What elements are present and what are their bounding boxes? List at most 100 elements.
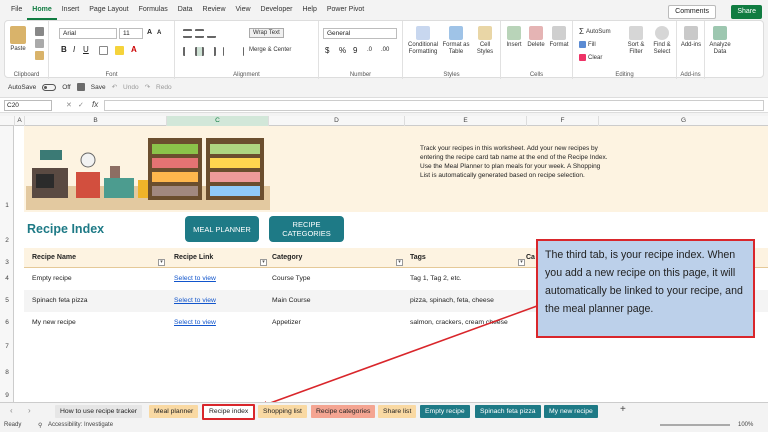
- recipe-link[interactable]: Select to view: [174, 275, 216, 282]
- zoom-slider[interactable]: [660, 424, 730, 426]
- column-header[interactable]: C: [166, 116, 268, 126]
- copy-icon[interactable]: [35, 39, 44, 48]
- filter-dropdown-icon[interactable]: ▾: [158, 259, 165, 266]
- fill-color-icon[interactable]: [115, 46, 124, 55]
- enter-icon[interactable]: ✓: [78, 101, 84, 109]
- analyze-data-button[interactable]: Analyze Data: [707, 26, 733, 56]
- recipe-link[interactable]: Select to view: [174, 297, 216, 304]
- row-header[interactable]: 6: [0, 319, 14, 326]
- shrink-font-icon[interactable]: A: [157, 30, 161, 36]
- sheet-tab[interactable]: Shopping list: [258, 405, 307, 418]
- menu-item-file[interactable]: File: [6, 0, 27, 20]
- scroll-right-icon[interactable]: ›: [28, 406, 31, 415]
- menu-item-home[interactable]: Home: [27, 0, 57, 20]
- cut-icon[interactable]: [35, 27, 44, 36]
- fill-button[interactable]: Fill: [579, 41, 596, 48]
- delete-cells-button[interactable]: Delete: [525, 26, 547, 49]
- row-header[interactable]: 5: [0, 297, 14, 304]
- sheet-tab[interactable]: My new recipe: [544, 405, 598, 418]
- filter-dropdown-icon[interactable]: ▾: [396, 259, 403, 266]
- column-header[interactable]: G: [598, 116, 768, 126]
- font-color-icon[interactable]: A: [131, 45, 137, 54]
- filter-dropdown-icon[interactable]: ▾: [260, 259, 267, 266]
- find-select-button[interactable]: Find & Select: [649, 26, 675, 56]
- sheet-tab[interactable]: Meal planner: [149, 405, 199, 418]
- comments-button[interactable]: Comments: [668, 5, 716, 19]
- align-bottom-icon[interactable]: [207, 29, 216, 38]
- grow-font-icon[interactable]: A: [147, 29, 152, 36]
- row-header[interactable]: 1: [0, 202, 14, 209]
- font-name-select[interactable]: Arial: [59, 28, 117, 39]
- undo-icon[interactable]: ↶: [112, 83, 117, 91]
- zoom-level[interactable]: 100%: [738, 422, 753, 428]
- menu-item-page-layout[interactable]: Page Layout: [84, 0, 133, 20]
- sheet-tab[interactable]: Recipe categories: [311, 405, 376, 418]
- row-header[interactable]: 7: [0, 343, 14, 350]
- increase-decimal-icon[interactable]: .0: [367, 47, 372, 53]
- sheet-tab[interactable]: How to use recipe tracker: [55, 405, 143, 418]
- insert-cells-button[interactable]: Insert: [503, 26, 525, 49]
- addins-button[interactable]: Add-ins: [679, 26, 703, 49]
- format-as-table-button[interactable]: Format as Table: [441, 26, 471, 56]
- percent-icon[interactable]: %: [339, 46, 346, 55]
- column-header[interactable]: A: [14, 116, 24, 126]
- clear-button[interactable]: Clear: [579, 54, 602, 61]
- comma-icon[interactable]: 9: [353, 46, 357, 55]
- menu-item-insert[interactable]: Insert: [57, 0, 85, 20]
- column-header[interactable]: B: [24, 116, 166, 126]
- align-middle-icon[interactable]: [195, 29, 204, 38]
- menu-item-power-pivot[interactable]: Power Pivot: [322, 0, 369, 20]
- borders-icon[interactable]: [99, 46, 108, 55]
- row-header[interactable]: 9: [0, 392, 14, 399]
- sort-filter-button[interactable]: Sort & Filter: [623, 26, 649, 56]
- share-button[interactable]: Share: [731, 5, 762, 19]
- sheet-tab[interactable]: Spinach feta pizza: [475, 405, 541, 418]
- save-icon[interactable]: [76, 83, 85, 91]
- align-left-icon[interactable]: [183, 47, 192, 56]
- row-header[interactable]: 3: [0, 259, 14, 266]
- format-cells-button[interactable]: Format: [547, 26, 571, 49]
- row-header[interactable]: 4: [0, 275, 14, 282]
- underline-icon[interactable]: U: [83, 45, 89, 54]
- recipe-categories-button[interactable]: RECIPE CATEGORIES: [269, 216, 344, 242]
- font-size-select[interactable]: 11: [119, 28, 143, 39]
- name-box[interactable]: C20: [4, 100, 52, 111]
- menu-item-data[interactable]: Data: [173, 0, 198, 20]
- currency-icon[interactable]: $: [325, 46, 329, 55]
- sheet-tab[interactable]: Empty recipe: [420, 405, 470, 418]
- accessibility-status[interactable]: Accessibility: Investigate: [48, 422, 113, 428]
- merge-center-button[interactable]: Merge & Center: [249, 47, 291, 53]
- menu-item-help[interactable]: Help: [297, 0, 321, 20]
- decrease-decimal-icon[interactable]: .00: [381, 47, 389, 53]
- wrap-text-button[interactable]: Wrap Text: [249, 28, 284, 38]
- scroll-left-icon[interactable]: ‹: [10, 406, 13, 415]
- sheet-tab-active[interactable]: Recipe index: [202, 404, 256, 420]
- bold-icon[interactable]: B: [61, 45, 67, 54]
- fx-icon[interactable]: fx: [92, 100, 98, 109]
- cancel-icon[interactable]: ✕: [66, 101, 72, 109]
- column-header[interactable]: D: [268, 116, 404, 126]
- decrease-indent-icon[interactable]: [223, 47, 232, 56]
- redo-icon[interactable]: ↷: [145, 83, 150, 91]
- column-header[interactable]: F: [526, 116, 598, 126]
- sheet-tab[interactable]: Share list: [378, 405, 417, 418]
- formula-input[interactable]: [104, 100, 764, 111]
- column-header[interactable]: E: [404, 116, 526, 126]
- row-header[interactable]: 8: [0, 369, 14, 376]
- italic-icon[interactable]: I: [73, 45, 75, 54]
- filter-dropdown-icon[interactable]: ▾: [518, 259, 525, 266]
- align-center-icon[interactable]: [195, 47, 204, 56]
- menu-item-developer[interactable]: Developer: [256, 0, 298, 20]
- format-painter-icon[interactable]: [35, 51, 44, 60]
- recipe-link[interactable]: Select to view: [174, 319, 216, 326]
- autosum-button[interactable]: Σ AutoSum: [579, 27, 611, 36]
- conditional-formatting-button[interactable]: Conditional Formatting: [405, 26, 441, 56]
- paste-button[interactable]: Paste: [10, 26, 26, 53]
- menu-item-review[interactable]: Review: [198, 0, 231, 20]
- meal-planner-button[interactable]: MEAL PLANNER: [185, 216, 259, 242]
- menu-item-view[interactable]: View: [231, 0, 256, 20]
- add-sheet-icon[interactable]: +: [620, 404, 626, 415]
- align-right-icon[interactable]: [207, 47, 216, 56]
- autosave-toggle[interactable]: [42, 83, 57, 91]
- increase-indent-icon[interactable]: [235, 47, 244, 56]
